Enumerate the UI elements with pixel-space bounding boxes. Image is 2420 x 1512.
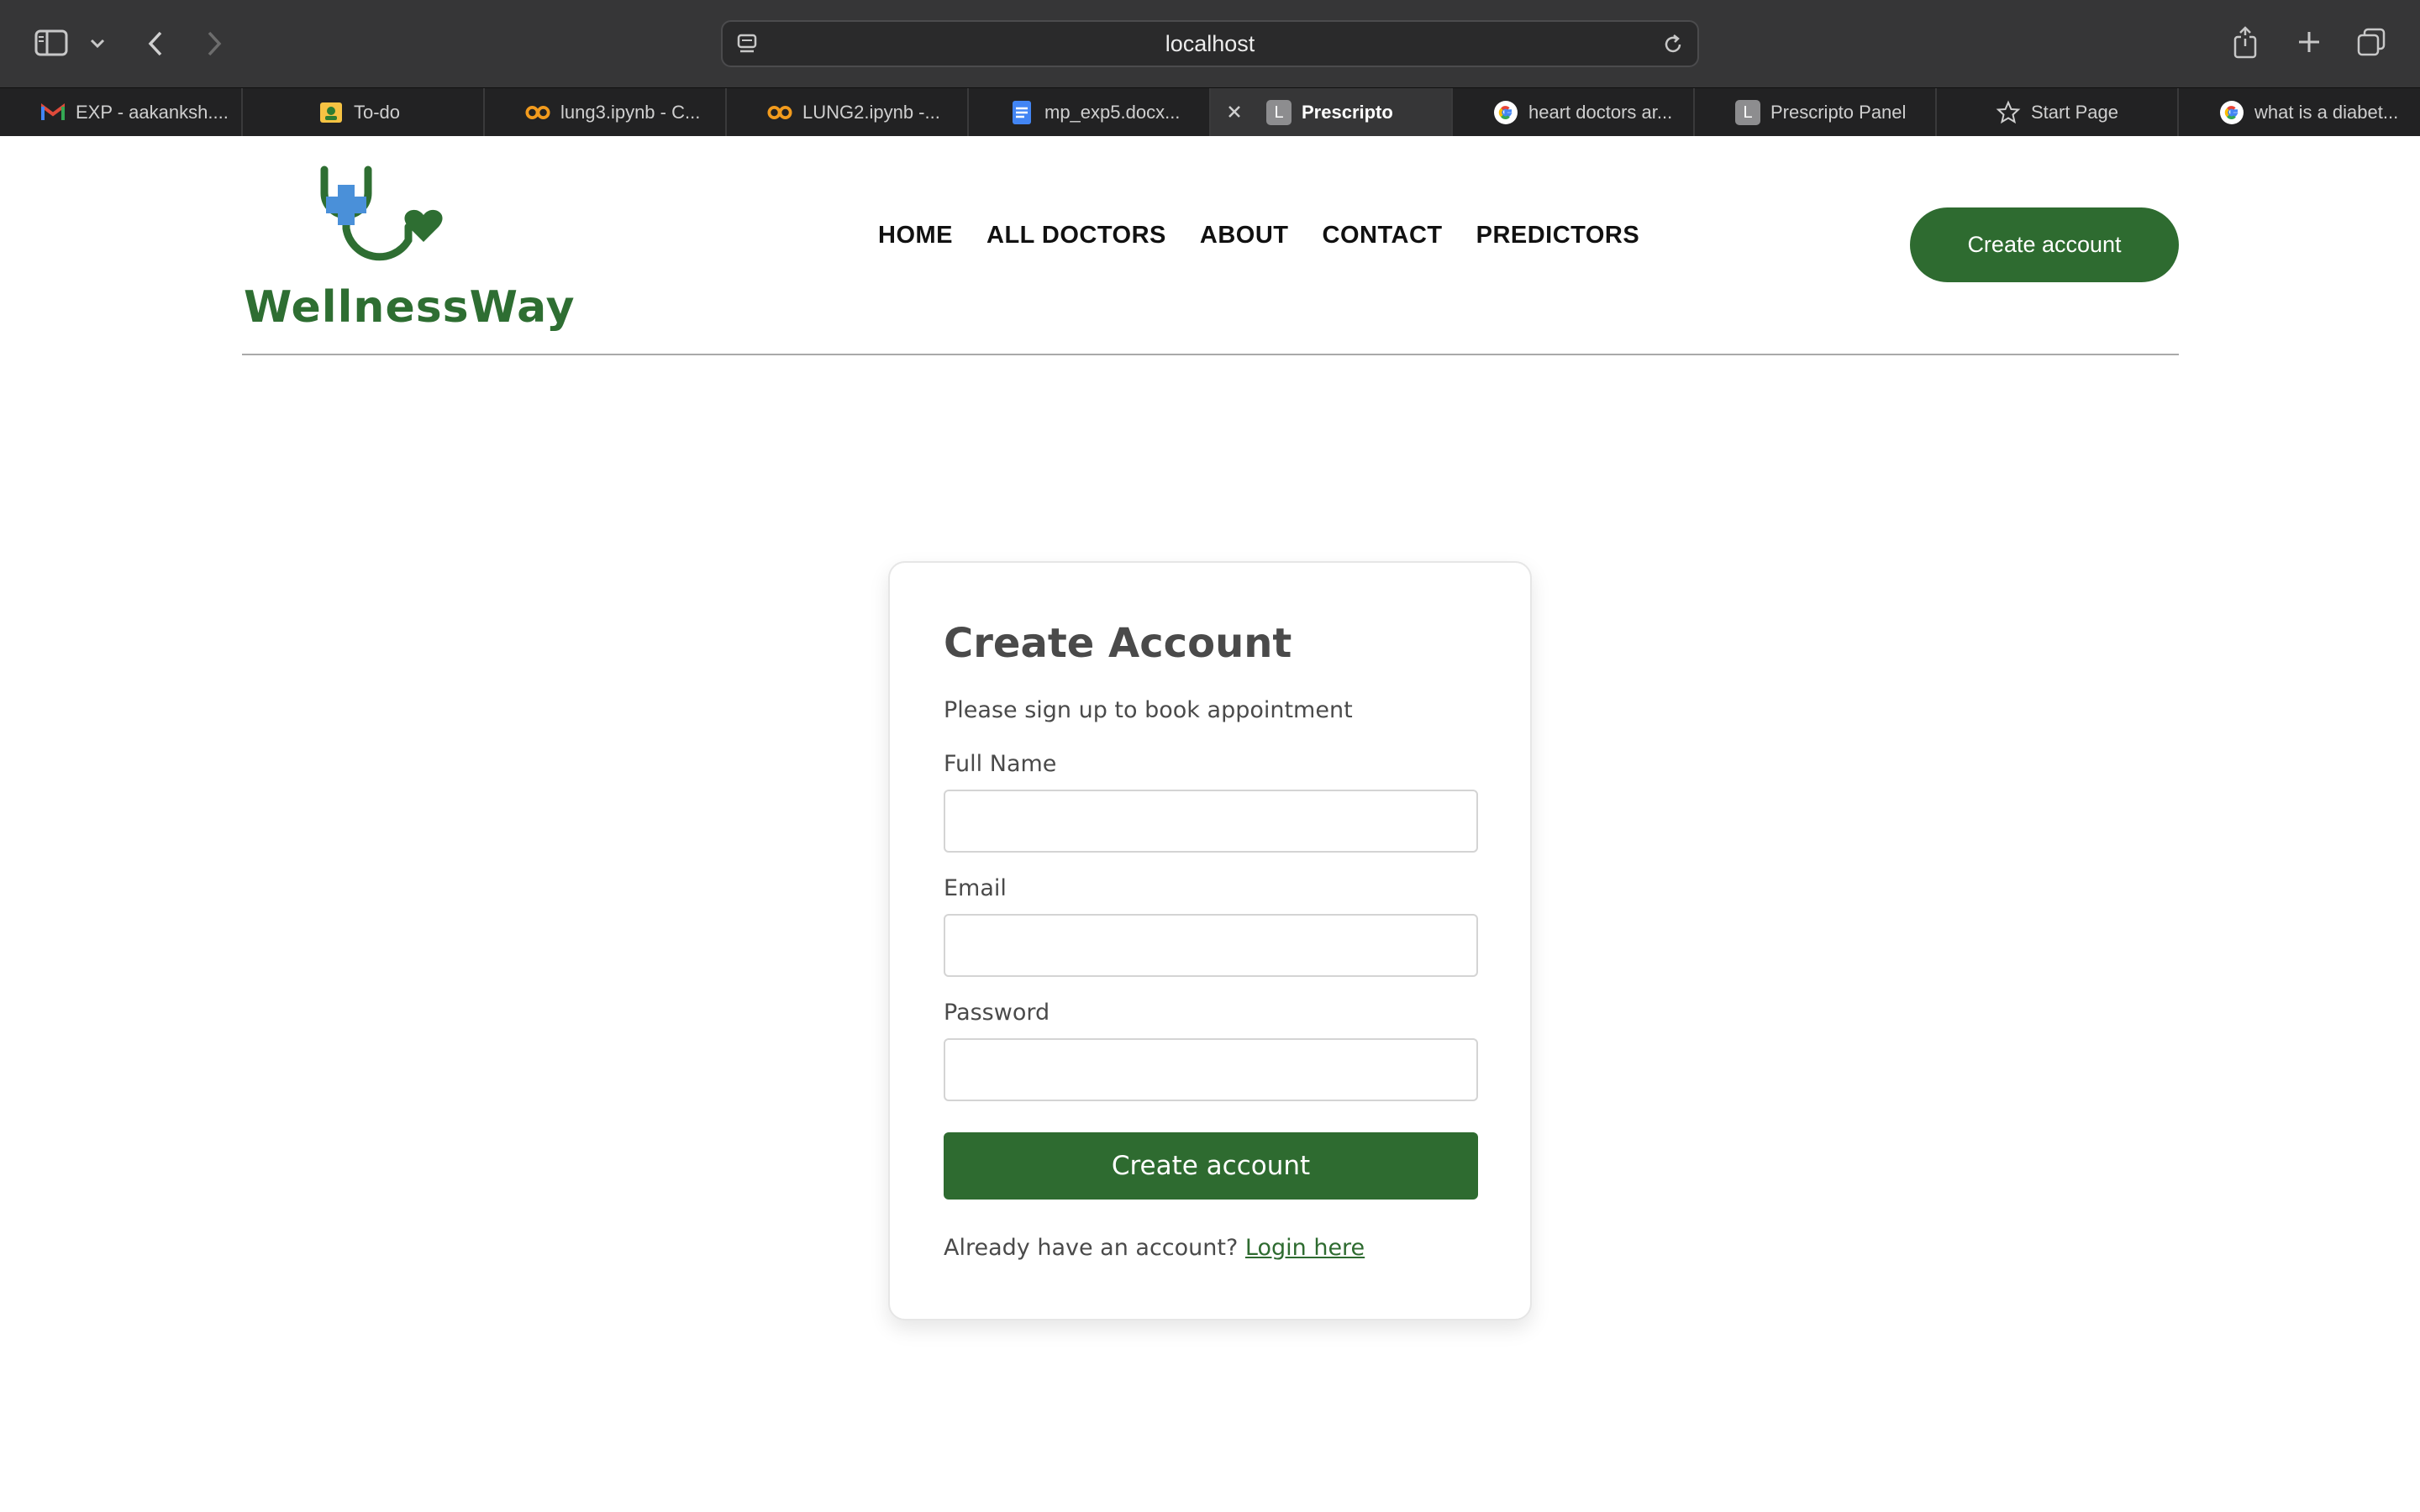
tab-todo[interactable]: To-do <box>243 88 485 137</box>
full-name-input[interactable] <box>944 790 1478 853</box>
email-label: Email <box>944 875 1007 901</box>
logo-text: WellnessWay <box>244 282 576 333</box>
login-prompt-text: Already have an account? <box>944 1235 1239 1261</box>
docs-icon <box>1009 100 1034 125</box>
todo-icon <box>318 100 344 125</box>
tab-lung3[interactable]: lung3.ipynb - C... <box>485 88 727 137</box>
letter-l-icon: L <box>1266 100 1292 125</box>
tab-label: lung3.ipynb - C... <box>560 102 701 123</box>
logo[interactable]: WellnessWay <box>242 160 575 336</box>
tab-prescripto-panel[interactable]: L Prescripto Panel <box>1695 88 1937 137</box>
reload-icon[interactable] <box>1660 32 1686 60</box>
tab-mp-exp5[interactable]: mp_exp5.docx... <box>969 88 1211 137</box>
tab-label: LUNG2.ipynb -... <box>802 102 940 123</box>
google-icon <box>1493 100 1518 125</box>
back-icon[interactable] <box>143 27 168 60</box>
nav-contact[interactable]: CONTACT <box>1323 222 1443 249</box>
form-title: Create Account <box>944 620 1292 667</box>
forward-icon[interactable] <box>202 27 227 60</box>
email-input[interactable] <box>944 914 1478 977</box>
tab-overview-icon[interactable] <box>2354 25 2388 59</box>
login-link[interactable]: Login here <box>1245 1235 1365 1261</box>
tab-label: Prescripto <box>1302 102 1393 123</box>
create-account-submit-button[interactable]: Create account <box>944 1132 1478 1200</box>
tab-gmail[interactable]: EXP - aakanksh.... <box>0 88 243 137</box>
tab-diabetes[interactable]: what is a diabet... <box>2179 88 2420 137</box>
close-tab-icon[interactable] <box>1223 100 1246 129</box>
tab-label: what is a diabet... <box>2254 102 2399 123</box>
colab-icon <box>767 100 792 125</box>
full-name-label: Full Name <box>944 751 1057 777</box>
header-create-account-button[interactable]: Create account <box>1910 207 2179 282</box>
main-nav: HOME ALL DOCTORS ABOUT CONTACT PREDICTOR… <box>878 222 1639 249</box>
nav-predictors[interactable]: PREDICTORS <box>1476 222 1640 249</box>
star-icon <box>1996 100 2021 125</box>
nav-about[interactable]: ABOUT <box>1200 222 1289 249</box>
tab-label: Start Page <box>2031 102 2118 123</box>
url-text[interactable]: localhost <box>723 22 1697 66</box>
address-bar[interactable]: localhost <box>721 20 1699 67</box>
stethoscope-icon <box>320 165 443 261</box>
password-input[interactable] <box>944 1038 1478 1101</box>
login-prompt-row: Already have an account? Login here <box>944 1235 1365 1261</box>
colab-icon <box>525 100 550 125</box>
page-content: WellnessWay HOME ALL DOCTORS ABOUT CONTA… <box>0 136 2420 1512</box>
form-subtitle: Please sign up to book appointment <box>944 697 1353 723</box>
password-label: Password <box>944 1000 1050 1026</box>
google-icon <box>2219 100 2244 125</box>
tab-heart-doctors[interactable]: heart doctors ar... <box>1453 88 1695 137</box>
signup-card: Create Account Please sign up to book ap… <box>888 561 1532 1320</box>
letter-l-icon: L <box>1735 100 1760 125</box>
nav-home[interactable]: HOME <box>878 222 953 249</box>
tab-label: EXP - aakanksh.... <box>76 102 229 123</box>
browser-toolbar: localhost <box>0 0 2420 87</box>
share-icon[interactable] <box>2230 24 2260 60</box>
new-tab-icon[interactable] <box>2294 27 2324 57</box>
nav-all-doctors[interactable]: ALL DOCTORS <box>986 222 1166 249</box>
tab-bar: EXP - aakanksh.... To-do lung3.ipynb - C… <box>0 87 2420 137</box>
gmail-icon <box>40 100 66 125</box>
sidebar-toggle-icon[interactable] <box>34 27 69 59</box>
tab-label: heart doctors ar... <box>1528 102 1673 123</box>
header-divider <box>242 354 2179 355</box>
tab-prescripto[interactable]: L Prescripto <box>1211 88 1453 137</box>
chevron-down-icon[interactable] <box>87 34 108 54</box>
tab-label: To-do <box>354 102 401 123</box>
tab-label: Prescripto Panel <box>1770 102 1907 123</box>
tab-label: mp_exp5.docx... <box>1044 102 1181 123</box>
tab-lung2[interactable]: LUNG2.ipynb -... <box>727 88 969 137</box>
tab-start-page[interactable]: Start Page <box>1937 88 2179 137</box>
